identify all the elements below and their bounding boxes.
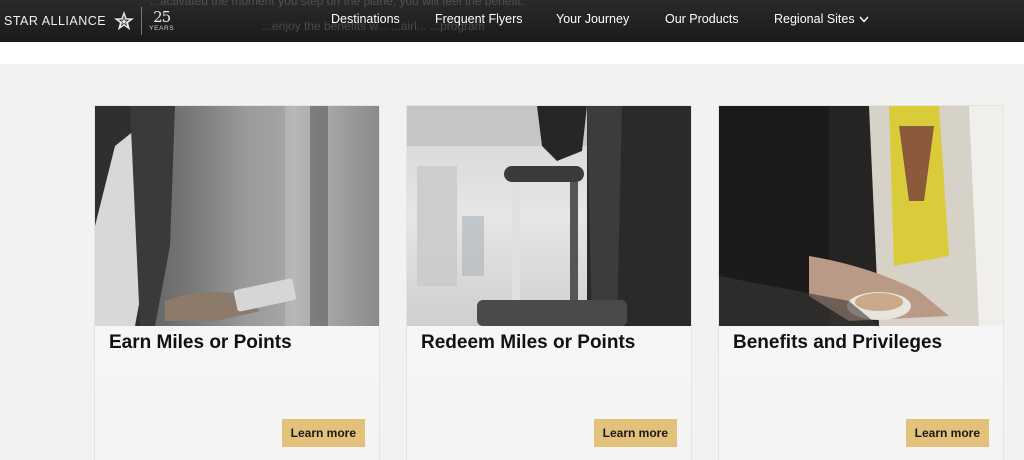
card-redeem-miles[interactable]: Redeem Miles or Points Learn more [407,106,691,460]
star-alliance-logo[interactable]: STAR ALLIANCE 25 YEARS [4,0,174,42]
nav-your-journey[interactable]: Your Journey [556,12,629,26]
nav-regional-sites-label: Regional Sites [774,12,855,26]
top-navigation-bar: ...activated the moment you step on the … [0,0,1024,42]
anniversary-badge: 25 YEARS [149,7,175,33]
nav-frequent-flyers[interactable]: Frequent Flyers [435,12,523,26]
card-earn-miles[interactable]: Earn Miles or Points Learn more [95,106,379,460]
chevron-down-icon [859,16,869,23]
nav-regional-sites[interactable]: Regional Sites [774,12,869,26]
suitcase-airport-image [407,106,691,326]
card-title: Redeem Miles or Points [421,332,636,353]
anniversary-number: 25 [153,7,171,26]
woman-coffee-image [719,106,1003,326]
traveler-phone-image [95,106,379,326]
brand-name: STAR ALLIANCE [4,14,107,28]
intro-band [0,42,1024,64]
background-intro-text: ...activated the moment you step on the … [150,0,525,8]
nav-our-products[interactable]: Our Products [665,12,739,26]
nav-destinations[interactable]: Destinations [331,12,400,26]
learn-more-button[interactable]: Learn more [905,419,989,447]
anniversary-word: YEARS [149,24,175,32]
star-logo-icon [114,11,135,31]
logo-divider [141,7,143,35]
card-title: Earn Miles or Points [109,332,292,353]
learn-more-button[interactable]: Learn more [281,419,365,447]
learn-more-button[interactable]: Learn more [593,419,677,447]
card-benefits-privileges[interactable]: Benefits and Privileges Learn more [719,106,1003,460]
card-title: Benefits and Privileges [733,332,943,353]
